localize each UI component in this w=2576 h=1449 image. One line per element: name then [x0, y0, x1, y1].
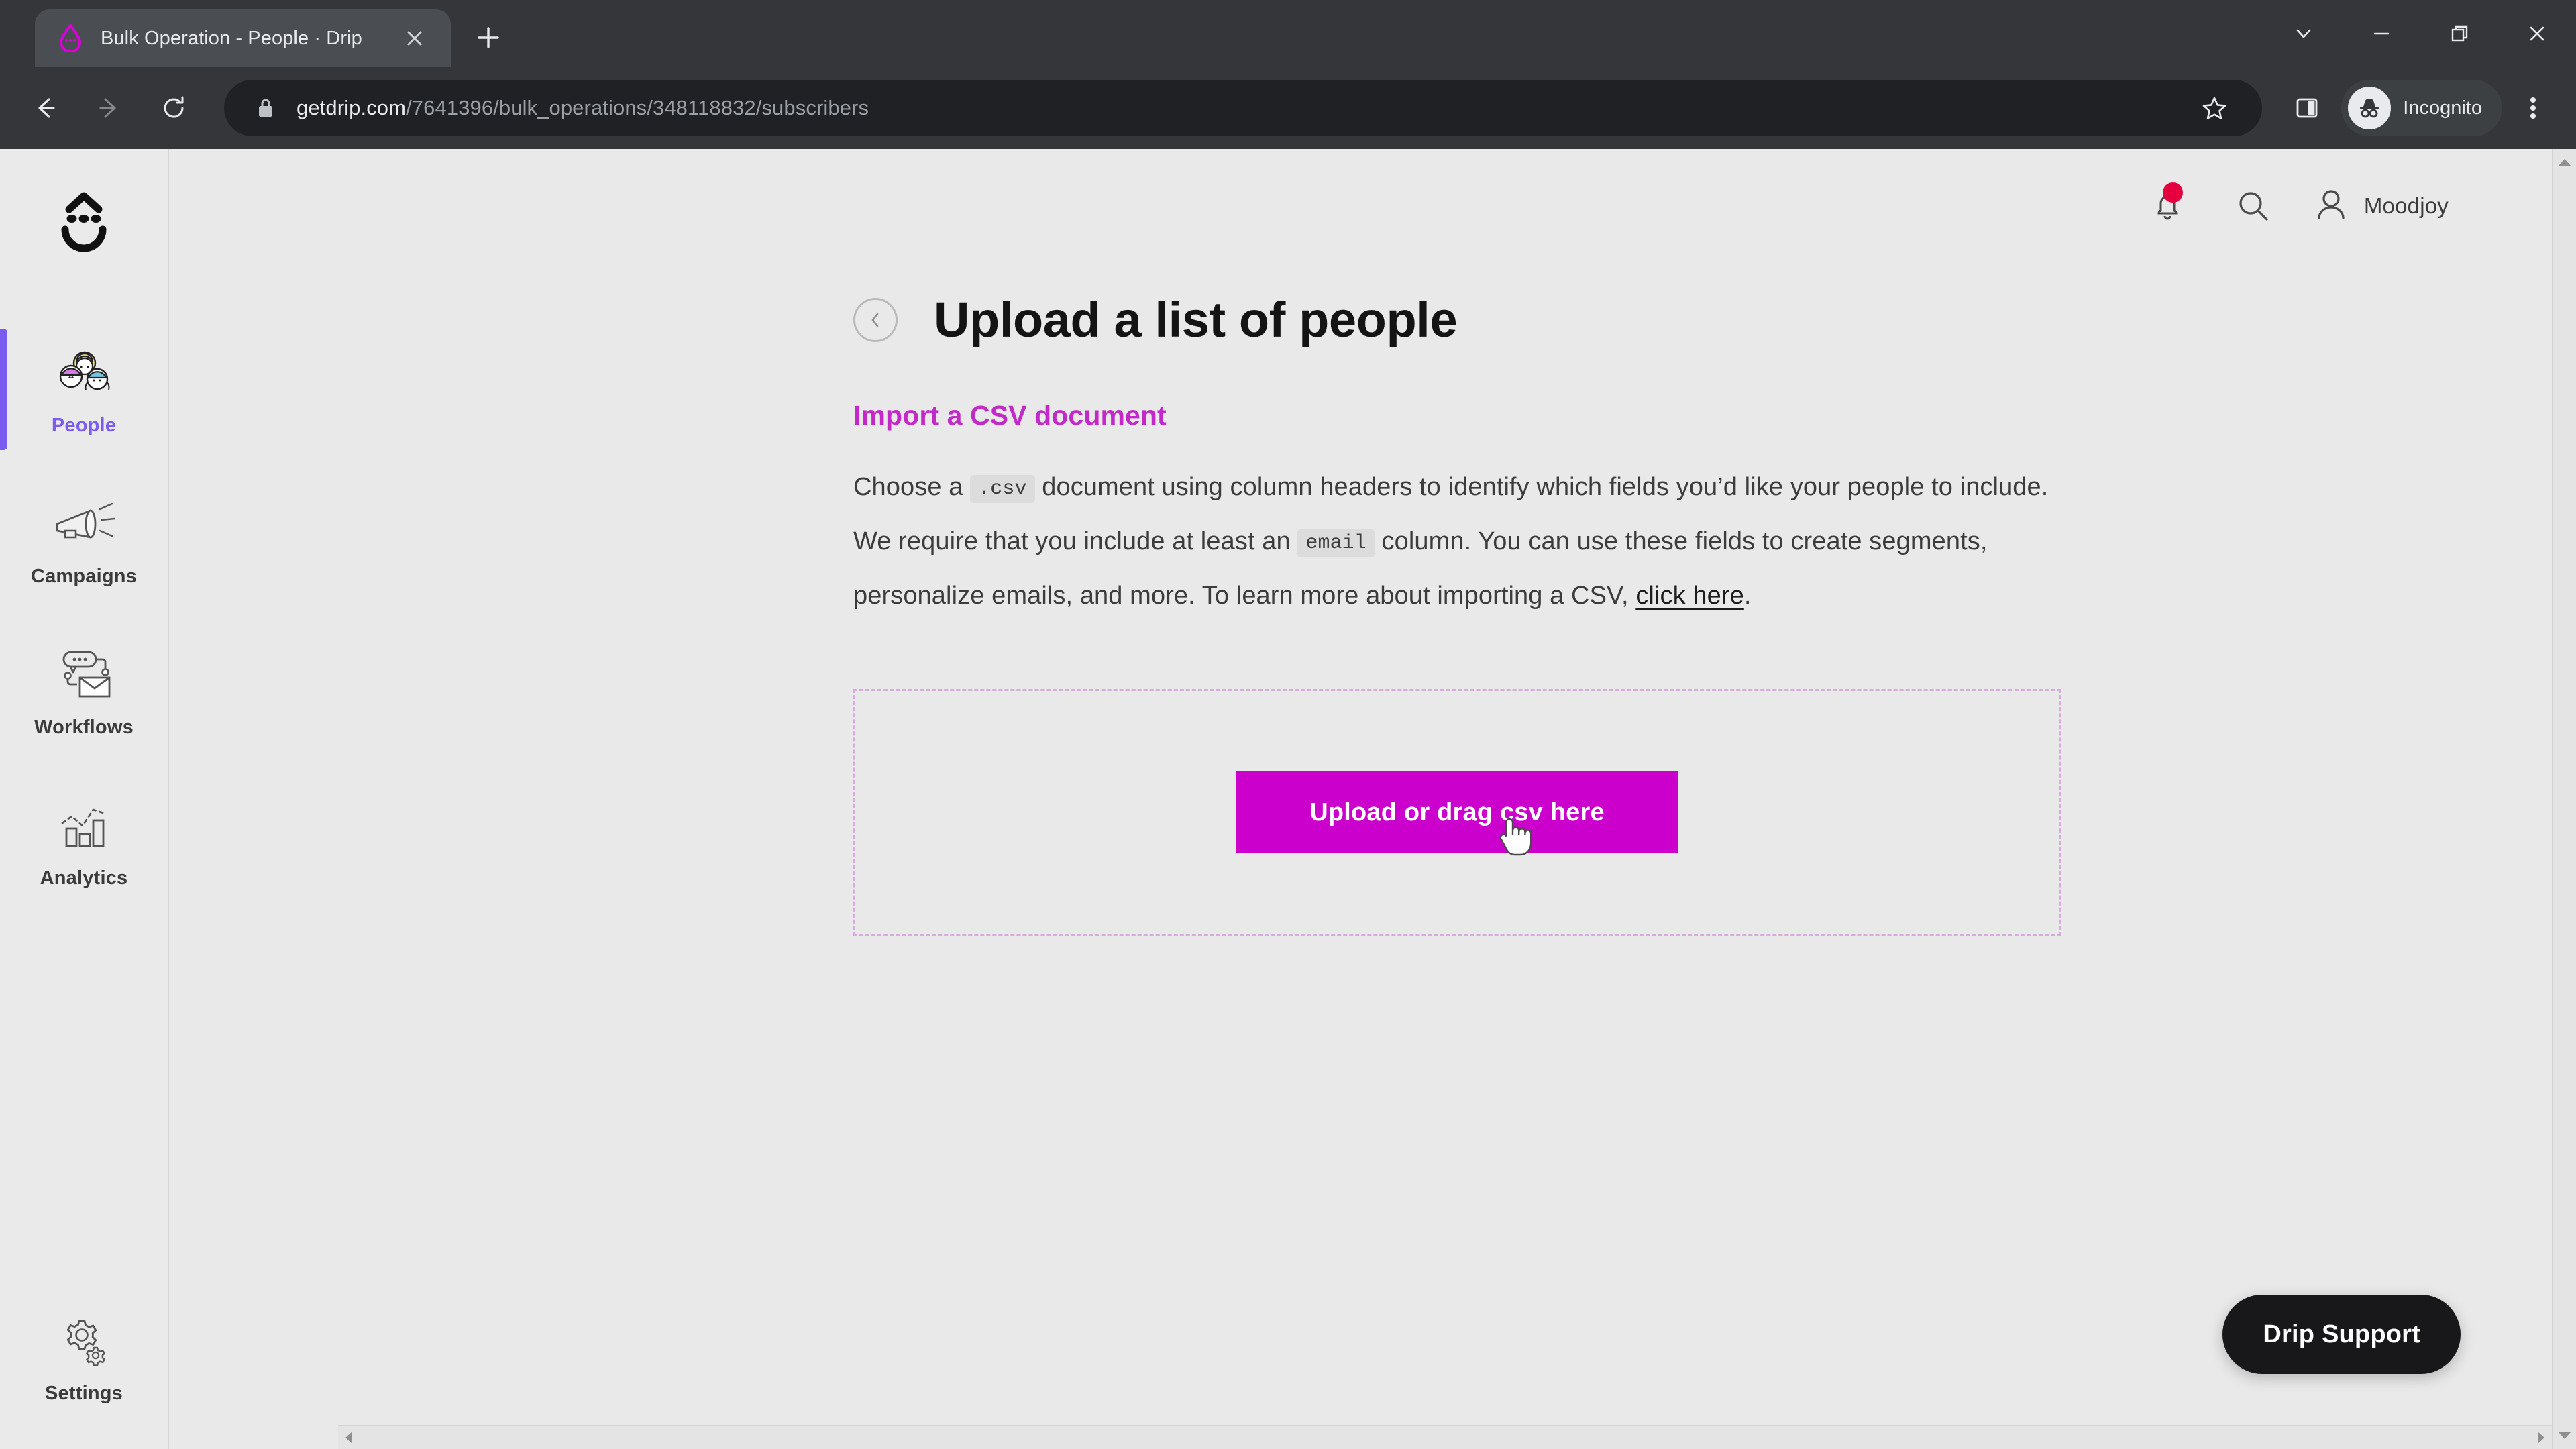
sidebar-item-campaigns[interactable]: Campaigns: [0, 474, 168, 602]
scroll-down-arrow-icon[interactable]: [2553, 1432, 2576, 1440]
drip-support-button[interactable]: Drip Support: [2222, 1295, 2461, 1374]
page-title-row: Upload a list of people: [853, 295, 2576, 345]
lock-icon: [251, 97, 280, 119]
sidebar-item-label: Workflows: [34, 716, 133, 738]
csv-dropzone[interactable]: Upload or drag csv here: [853, 689, 2061, 936]
search-icon[interactable]: [2224, 177, 2282, 235]
sidebar-item-label: People: [51, 415, 117, 436]
minimize-icon[interactable]: [2343, 0, 2420, 67]
incognito-chip[interactable]: Incognito: [2341, 80, 2502, 136]
incognito-label: Incognito: [2403, 97, 2482, 119]
drip-face-logo[interactable]: [40, 184, 127, 264]
megaphone-icon: [52, 492, 116, 556]
vertical-scrollbar[interactable]: [2552, 149, 2576, 1449]
drip-drop-icon: [58, 23, 83, 53]
address-bar[interactable]: getdrip.com/7641396/bulk_operations/3481…: [224, 80, 2263, 136]
plus-icon[interactable]: [463, 12, 514, 63]
sidebar-item-workflows[interactable]: Workflows: [0, 625, 168, 753]
browser-toolbar: getdrip.com/7641396/bulk_operations/3481…: [0, 67, 2576, 149]
tab-strip: Bulk Operation - People · Drip: [0, 0, 2576, 67]
page-viewport: People Campaigns Workflows Analytics Set…: [0, 149, 2576, 1449]
url-host: getdrip.com: [297, 96, 407, 119]
scroll-up-arrow-icon[interactable]: [2553, 158, 2576, 166]
tab-title: Bulk Operation - People · Drip: [101, 27, 362, 49]
description-paragraph: Choose a .csv document using column head…: [853, 461, 2054, 622]
upload-panel: Upload a list of people Import a CSV doc…: [169, 263, 2576, 936]
scroll-right-arrow-icon[interactable]: [2537, 1426, 2545, 1449]
close-icon[interactable]: [397, 21, 432, 56]
scroll-left-arrow-icon[interactable]: [345, 1426, 353, 1449]
paragraph-part-4: .: [1743, 582, 1752, 610]
upload-csv-button[interactable]: Upload or drag csv here: [1236, 771, 1678, 856]
main-content: Moodjoy Upload a list of people Import a…: [169, 149, 2576, 1449]
kebab-menu-icon[interactable]: [2506, 95, 2560, 121]
people-icon: [53, 341, 115, 405]
section-title: Import a CSV document: [853, 400, 1167, 431]
workflow-icon: [53, 643, 115, 707]
incognito-icon: [2348, 87, 2392, 129]
app-header: Moodjoy: [169, 149, 2576, 263]
user-menu[interactable]: Moodjoy: [2313, 186, 2449, 227]
back-arrow-icon[interactable]: [16, 79, 74, 137]
close-icon[interactable]: [2498, 0, 2576, 67]
paragraph-part-1: Choose a: [853, 473, 971, 501]
browser-window: Bulk Operation - People · Drip getdrip.c…: [0, 0, 2576, 1449]
upload-csv-button-label: Upload or drag csv here: [1309, 798, 1605, 826]
drip-support-label: Drip Support: [2263, 1320, 2420, 1348]
sidebar-item-people[interactable]: People: [0, 323, 168, 451]
sidebar-item-label: Analytics: [40, 867, 128, 889]
page-title: Upload a list of people: [934, 292, 1458, 347]
email-code-chip: email: [1297, 529, 1375, 557]
click-here-link[interactable]: click here: [1635, 582, 1744, 610]
horizontal-scrollbar[interactable]: [338, 1425, 2552, 1449]
app-sidebar: People Campaigns Workflows Analytics Set…: [0, 149, 169, 1449]
sidebar-item-settings[interactable]: Settings: [0, 1291, 168, 1419]
url-text: getdrip.com/7641396/bulk_operations/3481…: [297, 96, 2190, 120]
forward-arrow-icon[interactable]: [80, 79, 138, 137]
url-path: /7641396/bulk_operations/348118832/subsc…: [406, 96, 869, 119]
sidebar-item-label: Settings: [45, 1383, 123, 1404]
sidebar-item-label: Campaigns: [30, 566, 138, 587]
bell-icon[interactable]: [2139, 177, 2196, 235]
chevron-down-icon[interactable]: [2265, 0, 2343, 67]
restore-window-icon[interactable]: [2420, 0, 2498, 67]
csv-code-chip: .csv: [970, 475, 1035, 503]
reload-icon[interactable]: [145, 79, 203, 137]
chevron-left-icon[interactable]: [853, 298, 898, 342]
window-controls: [2265, 0, 2576, 67]
gears-icon: [55, 1309, 113, 1373]
star-icon[interactable]: [2190, 95, 2239, 121]
sidebar-item-analytics[interactable]: Analytics: [0, 776, 168, 904]
side-panel-icon[interactable]: [2278, 79, 2336, 137]
browser-tab[interactable]: Bulk Operation - People · Drip: [35, 9, 451, 67]
notification-badge: [2162, 182, 2183, 203]
user-name: Moodjoy: [2363, 193, 2449, 218]
user-avatar-icon: [2313, 186, 2349, 227]
bar-chart-icon: [54, 794, 113, 858]
